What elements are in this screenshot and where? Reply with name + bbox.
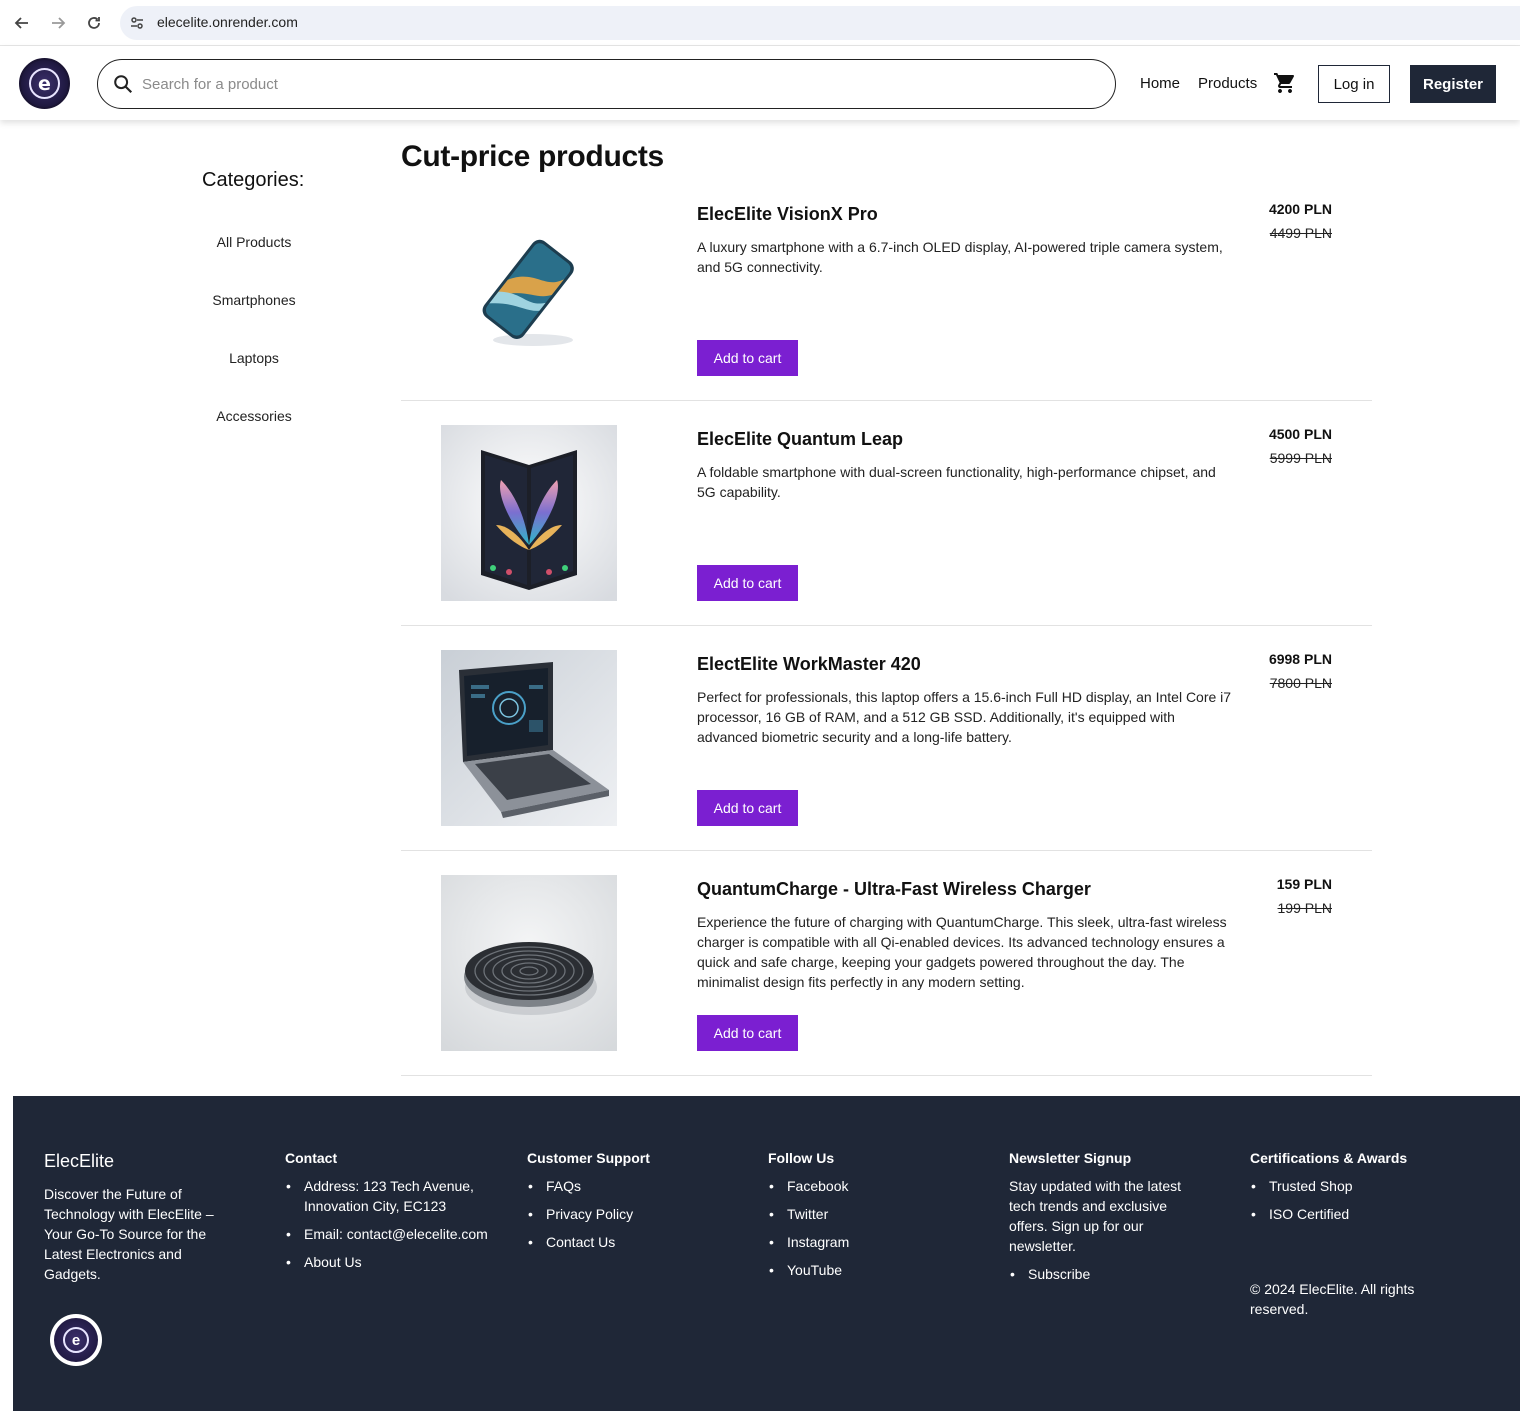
footer-support: Customer Support FAQs Privacy Policy Con…: [527, 1148, 747, 1260]
forward-arrow-icon[interactable]: [46, 11, 70, 35]
browser-toolbar: elecelite.onrender.com: [0, 0, 1520, 46]
categories-title: Categories:: [202, 169, 305, 191]
search-icon: [114, 75, 133, 94]
back-arrow-icon[interactable]: [10, 11, 34, 35]
footer-email[interactable]: Email: contact@elecelite.com: [285, 1224, 495, 1244]
product-description: A luxury smartphone with a 6.7-inch OLED…: [697, 239, 1223, 275]
reload-icon[interactable]: [82, 11, 106, 35]
nav-home-link[interactable]: Home: [1140, 75, 1180, 92]
product-card: ElecElite Quantum Leap A foldable smartp…: [401, 401, 1372, 626]
footer-contact-title: Contact: [285, 1150, 338, 1166]
category-smartphones[interactable]: Smartphones: [174, 292, 334, 308]
footer-about-link[interactable]: About Us: [285, 1252, 495, 1272]
footer-newsletter-text: Stay updated with the latest tech trends…: [1009, 1178, 1181, 1254]
footer-newsletter: Newsletter Signup Stay updated with the …: [1009, 1148, 1209, 1292]
product-name[interactable]: ElecElite VisionX Pro: [697, 204, 878, 225]
product-name[interactable]: ElectElite WorkMaster 420: [697, 654, 921, 675]
site-header: e Home Products Log in Register: [0, 46, 1520, 120]
footer-youtube-link[interactable]: YouTube: [768, 1260, 988, 1280]
footer-address: Address: 123 Tech Avenue, Innovation Cit…: [285, 1176, 495, 1216]
register-button[interactable]: Register: [1410, 65, 1496, 103]
footer-certs: Certifications & Awards Trusted Shop ISO…: [1250, 1148, 1470, 1232]
footer-twitter-link[interactable]: Twitter: [768, 1204, 988, 1224]
product-price: 4500 PLN: [1268, 426, 1332, 442]
nav-products-link[interactable]: Products: [1198, 75, 1257, 92]
site-footer: ElecElite Discover the Future of Technol…: [13, 1096, 1520, 1411]
product-old-price: 199 PLN: [1277, 900, 1332, 916]
site-settings-icon[interactable]: [128, 14, 146, 32]
url-text[interactable]: elecelite.onrender.com: [157, 14, 298, 30]
footer-contact-us-link[interactable]: Contact Us: [527, 1232, 747, 1252]
footer-trusted-shop: Trusted Shop: [1250, 1176, 1470, 1196]
add-to-cart-button[interactable]: Add to cart: [697, 1015, 798, 1051]
product-card: QuantumCharge - Ultra-Fast Wireless Char…: [401, 851, 1372, 1076]
footer-logo[interactable]: e: [50, 1314, 102, 1366]
elecelite-logo[interactable]: e: [19, 58, 70, 109]
footer-privacy-link[interactable]: Privacy Policy: [527, 1204, 747, 1224]
footer-newsletter-title: Newsletter Signup: [1009, 1150, 1132, 1166]
cart-icon[interactable]: [1273, 71, 1297, 95]
product-name[interactable]: ElecElite Quantum Leap: [697, 429, 903, 450]
product-description: Perfect for professionals, this laptop o…: [697, 689, 1232, 745]
footer-faqs-link[interactable]: FAQs: [527, 1176, 747, 1196]
product-old-price: 5999 PLN: [1269, 450, 1332, 466]
footer-instagram-link[interactable]: Instagram: [768, 1232, 988, 1252]
category-all-products[interactable]: All Products: [174, 234, 334, 250]
add-to-cart-button[interactable]: Add to cart: [697, 565, 798, 601]
add-to-cart-button[interactable]: Add to cart: [697, 340, 798, 376]
product-old-price: 4499 PLN: [1269, 225, 1332, 241]
category-laptops[interactable]: Laptops: [174, 350, 334, 366]
footer-support-title: Customer Support: [527, 1150, 650, 1166]
add-to-cart-button[interactable]: Add to cart: [697, 790, 798, 826]
footer-subscribe-link[interactable]: Subscribe: [1009, 1264, 1209, 1284]
search-input[interactable]: [142, 73, 1042, 95]
product-image-foldable-phone[interactable]: [441, 425, 617, 601]
product-image-laptop[interactable]: [441, 650, 617, 826]
footer-copyright: © 2024 ElecElite. All rights reserved.: [1250, 1281, 1415, 1317]
category-accessories[interactable]: Accessories: [174, 408, 334, 424]
footer-brand: ElecElite: [44, 1151, 115, 1171]
page-title: Cut-price products: [401, 140, 664, 173]
product-price: 4200 PLN: [1268, 201, 1332, 217]
footer-brand-description: Discover the Future of Technology with E…: [44, 1186, 214, 1282]
footer-logo-mark-icon: e: [54, 1318, 98, 1362]
address-bar[interactable]: [120, 6, 1520, 40]
product-price: 159 PLN: [1276, 876, 1332, 892]
product-name[interactable]: QuantumCharge - Ultra-Fast Wireless Char…: [697, 879, 1091, 900]
search-bar[interactable]: [97, 59, 1116, 109]
footer-contact: Contact Address: 123 Tech Avenue, Innova…: [285, 1148, 495, 1280]
product-description: Experience the future of charging with Q…: [697, 914, 1227, 990]
footer-facebook-link[interactable]: Facebook: [768, 1176, 988, 1196]
product-card: ElecElite VisionX Pro A luxury smartphon…: [401, 176, 1372, 401]
product-price: 6998 PLN: [1268, 651, 1332, 667]
login-button[interactable]: Log in: [1318, 65, 1390, 103]
footer-follow: Follow Us Facebook Twitter Instagram You…: [768, 1148, 988, 1288]
product-card: ElectElite WorkMaster 420 Perfect for pr…: [401, 626, 1372, 851]
product-image-wireless-charger[interactable]: [441, 875, 617, 1051]
footer-follow-title: Follow Us: [768, 1150, 835, 1166]
footer-certs-title: Certifications & Awards: [1250, 1150, 1408, 1166]
product-image-smartphone[interactable]: [441, 200, 617, 376]
footer-iso-certified: ISO Certified: [1250, 1204, 1470, 1224]
product-description: A foldable smartphone with dual-screen f…: [697, 464, 1216, 500]
logo-mark-icon: e: [29, 68, 60, 99]
product-old-price: 7800 PLN: [1269, 675, 1332, 691]
